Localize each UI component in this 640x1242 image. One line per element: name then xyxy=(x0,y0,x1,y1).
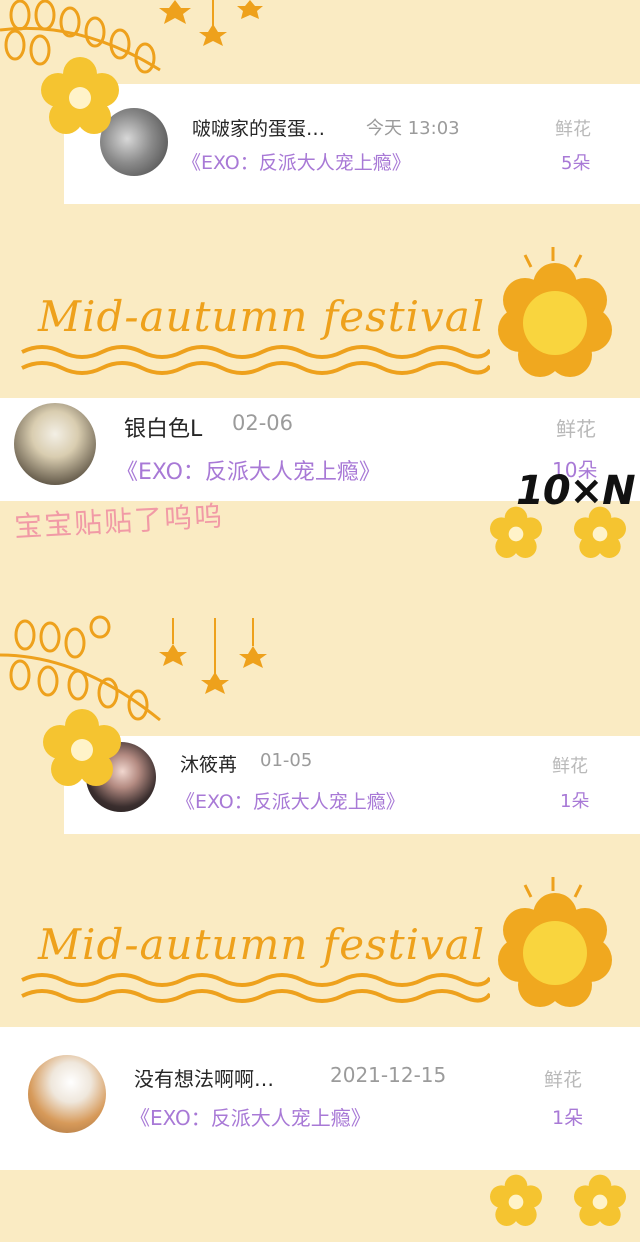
flower-icon xyxy=(41,57,119,134)
gift-record-card[interactable]: 没有想法啊啊… 2021-12-15 《EXO：反派大人宠上瘾》 鲜花 1朵 xyxy=(0,1027,640,1170)
wave-decoration xyxy=(21,973,490,1003)
wave-decoration xyxy=(21,345,490,375)
book-title-link[interactable]: 《EXO：反派大人宠上瘾》 xyxy=(130,1102,371,1131)
avatar[interactable] xyxy=(14,403,96,485)
star-icon xyxy=(159,0,263,46)
user-name[interactable]: 沐筱苒 xyxy=(180,750,237,777)
flower-icon xyxy=(574,506,626,558)
flower-count: 1朵 xyxy=(560,791,590,812)
timestamp: 02-06 xyxy=(232,411,294,435)
timestamp: 今天 13:03 xyxy=(366,118,460,139)
festival-banner: Mid-autumn festival xyxy=(20,276,490,386)
flower-count: 1朵 xyxy=(552,1107,584,1129)
book-title-link[interactable]: 《EXO：反派大人宠上瘾》 xyxy=(116,454,381,486)
timestamp: 2021-12-15 xyxy=(330,1063,447,1087)
handwritten-note: 宝宝贴贴了呜呜 xyxy=(13,499,225,544)
banner-text: Mid-autumn festival xyxy=(38,920,486,969)
flower-icon xyxy=(490,1174,542,1226)
festival-banner: Mid-autumn festival xyxy=(20,904,490,1014)
book-title-link[interactable]: 《EXO：反派大人宠上瘾》 xyxy=(176,787,405,814)
star-icon xyxy=(159,618,267,694)
gift-record-card[interactable]: 沐筱苒 01-05 《EXO：反派大人宠上瘾》 鲜花 1朵 xyxy=(64,736,640,834)
banner-text: Mid-autumn festival xyxy=(38,292,486,341)
flower-label: 鲜花 xyxy=(544,1069,583,1091)
flower-icon xyxy=(574,1174,626,1226)
sun-icon xyxy=(498,877,612,1007)
timestamp: 01-05 xyxy=(260,750,313,771)
gift-record-card[interactable]: 啵啵家的蛋蛋… 今天 13:03 《EXO：反派大人宠上瘾》 鲜花 5朵 xyxy=(64,84,640,204)
user-name[interactable]: 没有想法啊啊… xyxy=(134,1063,274,1092)
user-name[interactable]: 啵啵家的蛋蛋… xyxy=(192,114,325,141)
flower-icon xyxy=(490,506,542,558)
flower-label: 鲜花 xyxy=(552,756,588,777)
book-title-link[interactable]: 《EXO：反派大人宠上瘾》 xyxy=(182,148,411,175)
sun-icon xyxy=(498,247,612,377)
avatar[interactable] xyxy=(28,1055,106,1133)
flower-count: 5朵 xyxy=(561,153,591,174)
user-name[interactable]: 银白色L xyxy=(124,411,202,443)
flower-label: 鲜花 xyxy=(556,417,596,441)
flower-icon xyxy=(43,709,121,786)
flower-label: 鲜花 xyxy=(555,119,591,140)
